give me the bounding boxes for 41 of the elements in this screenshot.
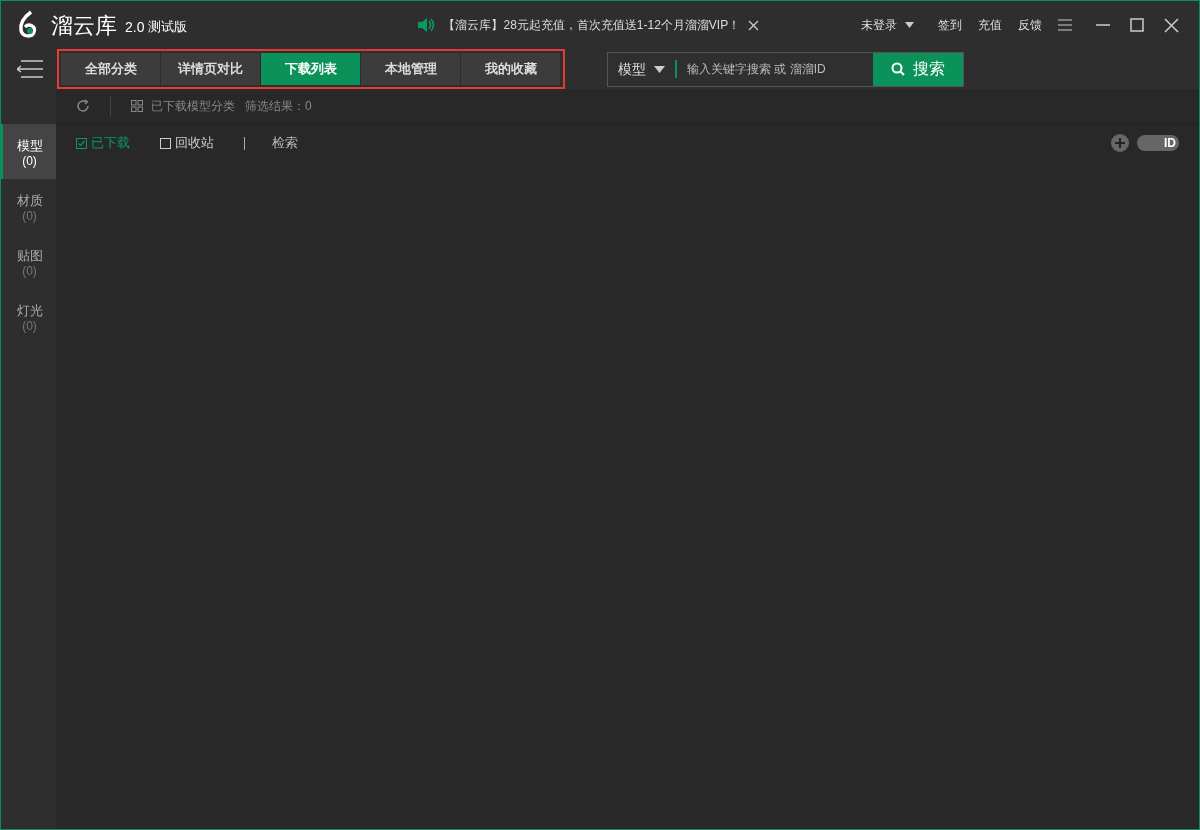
category-tab[interactable]: 材质 (0)	[1, 179, 56, 234]
refresh-icon[interactable]	[76, 99, 90, 113]
menu-icon[interactable]	[1058, 19, 1072, 31]
header-link[interactable]: 反馈	[1018, 16, 1042, 34]
filter-checkbox[interactable]: 已下载	[76, 133, 130, 153]
search-icon	[891, 62, 905, 76]
app-version: 2.0	[125, 17, 145, 37]
app-name: 溜云库	[51, 11, 117, 40]
id-toggle[interactable]: ID	[1137, 135, 1179, 151]
checkbox-icon	[160, 137, 171, 149]
filter-checkbox[interactable]: 回收站	[160, 133, 214, 153]
nav-tab[interactable]: 全部分类	[61, 53, 161, 85]
speaker-icon	[417, 17, 436, 33]
caret-icon	[905, 22, 914, 28]
caret-icon	[654, 65, 665, 73]
search-button[interactable]: 搜索	[873, 52, 963, 86]
logo-icon	[17, 10, 39, 40]
scope-dropdown[interactable]: 模型	[608, 52, 675, 86]
category-tab[interactable]: 模型 (0)	[1, 124, 56, 179]
nav-tab[interactable]: 详情页对比	[161, 53, 261, 85]
nav-tab[interactable]: 我的收藏	[461, 53, 561, 85]
header-link[interactable]: 签到	[938, 16, 962, 34]
collapse-menu-icon[interactable]	[17, 60, 43, 78]
category-tab[interactable]: 贴图 (0)	[1, 234, 56, 289]
grid-icon	[131, 100, 143, 112]
nav-tab[interactable]: 本地管理	[361, 53, 461, 85]
search-link[interactable]: 检索	[272, 133, 298, 153]
close-icon[interactable]	[748, 19, 760, 31]
app-edition: 测试版	[148, 18, 188, 37]
notice-text[interactable]: 【溜云库】28元起充值，首次充值送1-12个月溜溜VIP！	[443, 16, 741, 34]
search-field[interactable]: 模型 输入关键字搜索 或 溜溜ID 搜索	[607, 51, 964, 87]
category-tab[interactable]: 灯光 (0)	[1, 289, 56, 344]
close-icon[interactable]	[1164, 17, 1179, 33]
checkbox-icon	[76, 137, 87, 149]
result-count: 筛选结果：0	[245, 98, 312, 115]
add-icon[interactable]	[1111, 134, 1129, 152]
header-link[interactable]: 充值	[978, 16, 1002, 34]
category-label: 已下载模型分类	[151, 98, 235, 115]
account-dropdown[interactable]: 未登录	[861, 16, 914, 34]
maximize-icon[interactable]	[1130, 18, 1144, 32]
nav-tab[interactable]: 下载列表	[261, 53, 361, 85]
